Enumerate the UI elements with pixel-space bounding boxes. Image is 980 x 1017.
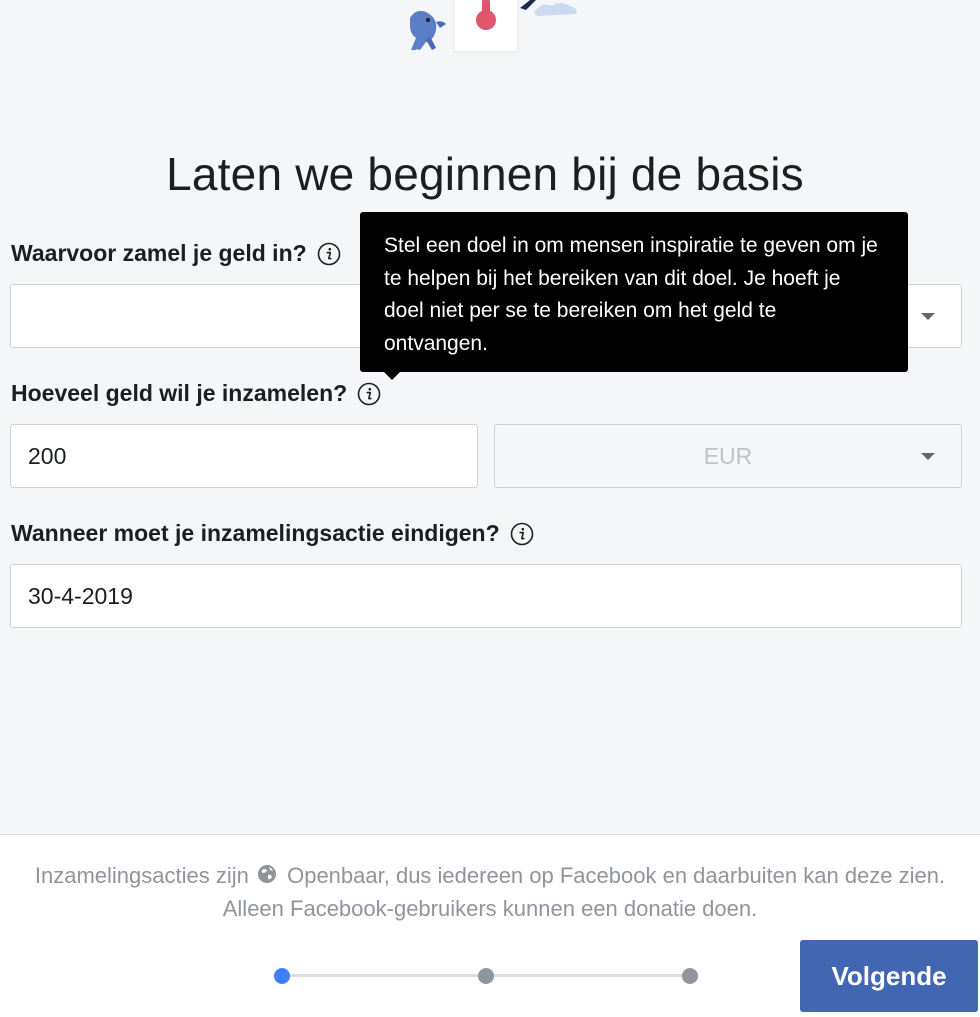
end-date-input[interactable]: 30-4-2019 [10, 564, 962, 628]
step-3-dot [682, 968, 698, 984]
page-title: Laten we beginnen bij de basis [166, 147, 804, 200]
tooltip-arrow [384, 372, 400, 380]
privacy-notice-after: Openbaar, dus iedereen op Facebook en da… [222, 863, 946, 921]
privacy-notice-before: Inzamelingsacties zijn [34, 863, 249, 888]
footer-bar: Inzamelingsacties zijn Openbaar, dus ied… [0, 834, 980, 1017]
end-date-label-text: Wanneer moet je inzamelingsactie eindige… [11, 520, 500, 546]
amount-label: Hoeveel geld wil je inzamelen? [11, 380, 381, 407]
chevron-down-icon [921, 313, 935, 320]
step-1-dot [274, 968, 290, 984]
next-button[interactable]: Volgende [800, 940, 978, 1012]
privacy-notice: Inzamelingsacties zijn Openbaar, dus ied… [30, 859, 950, 925]
category-label: Waarvoor zamel je geld in? [11, 240, 341, 267]
end-date-label: Wanneer moet je inzamelingsactie eindige… [11, 520, 534, 547]
chevron-down-icon [921, 453, 935, 460]
end-date-value: 30-4-2019 [28, 582, 133, 609]
fundraiser-illustration [410, 0, 577, 53]
amount-input[interactable]: 200 [10, 424, 478, 488]
dog-figure [410, 10, 446, 50]
goal-thermometer [453, 0, 519, 53]
amount-label-text: Hoeveel geld wil je inzamelen? [11, 380, 348, 406]
currency-value: EUR [703, 442, 753, 469]
globe-icon [257, 865, 276, 883]
tooltip-text: Stel een doel in om mensen inspiratie te… [384, 234, 878, 355]
info-icon[interactable] [357, 382, 381, 406]
currency-select[interactable]: EUR [494, 424, 962, 488]
step-2-dot [478, 968, 494, 984]
goal-tooltip: Stel een doel in om mensen inspiratie te… [360, 212, 908, 380]
amount-value: 200 [28, 442, 67, 469]
category-label-text: Waarvoor zamel je geld in? [11, 240, 307, 266]
info-icon[interactable] [317, 242, 341, 266]
info-icon[interactable] [510, 522, 534, 546]
cloud-shape [534, 3, 577, 16]
